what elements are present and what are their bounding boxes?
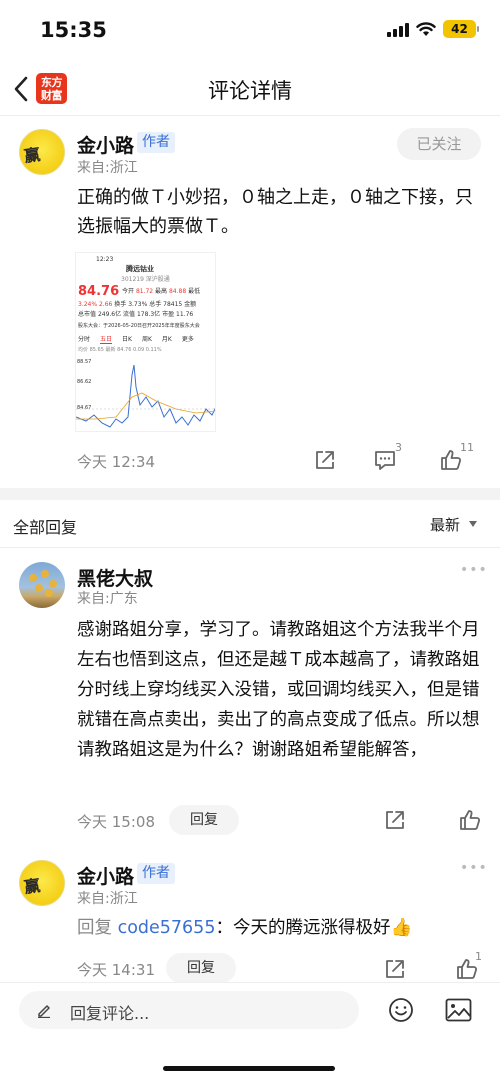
- more-options-icon[interactable]: •••: [460, 860, 488, 876]
- comment-count: 3: [395, 441, 402, 454]
- battery-icon: 42: [443, 20, 479, 38]
- thumb-tabs: 分时 五日 日K 周K 月K 更多: [78, 334, 194, 344]
- follow-button[interactable]: 已关注: [397, 128, 481, 160]
- chevron-down-icon[interactable]: [469, 521, 477, 527]
- author-tag: 作者: [137, 132, 175, 153]
- thumb-change: 3.24%: [78, 301, 98, 308]
- more-options-icon[interactable]: •••: [460, 562, 488, 578]
- comment-author-name[interactable]: 黑佬大叔: [77, 564, 153, 591]
- thumb-tab: 日K: [122, 336, 132, 343]
- thumb-float-label: 流值: [123, 311, 136, 318]
- reply-input-placeholder: 回复评论...: [70, 1004, 150, 1023]
- thumbs-up-icon[interactable]: [458, 808, 482, 832]
- home-indicator: [163, 1066, 335, 1071]
- reply-button[interactable]: 回复: [169, 805, 239, 835]
- thumb-legend: 均价 85.65 最新 84.76 0.09 0.11%: [78, 347, 162, 353]
- thumb-pe-label: 市盈: [162, 311, 175, 318]
- thumb-volume: 78415: [163, 301, 183, 308]
- comment-time: 今天 15:08: [77, 813, 155, 831]
- post-text: 正确的做Ｔ小妙招，０轴之上走，０轴之下接，只选振幅大的票做Ｔ。: [77, 187, 473, 237]
- thumb-status-time: 12:23: [96, 256, 114, 263]
- page-title: 评论详情: [208, 79, 292, 103]
- thumb-tab: 周K: [141, 336, 152, 343]
- thumb-volume-label: 总手: [149, 301, 162, 308]
- thumb-market-cap-label: 总市值: [78, 311, 97, 318]
- thumb-change-abs: 2.66: [98, 301, 113, 308]
- thumb-tab: 更多: [181, 336, 194, 343]
- image-icon[interactable]: [445, 998, 472, 1022]
- avatar[interactable]: 赢: [19, 129, 65, 175]
- comment-author-name[interactable]: 金小路: [77, 862, 134, 889]
- like-count: 1: [475, 950, 482, 963]
- status-bar: 15:35 42: [0, 0, 500, 60]
- thumb-price: 84.76: [78, 284, 120, 299]
- thumb-high-label: 最高: [155, 288, 168, 295]
- thumb-tab: 月K: [161, 336, 172, 343]
- comment-location: 来自:广东: [77, 591, 138, 607]
- comment-text: 回复 code57655：今天的腾远涨得极好👍: [77, 913, 485, 943]
- thumb-turnover: 3.73%: [128, 301, 148, 308]
- thumb-high: 84.88: [168, 288, 187, 295]
- comment-icon[interactable]: [373, 448, 397, 472]
- reply-content: ：今天的腾远涨得极好👍: [215, 918, 413, 938]
- reply-input[interactable]: 回复评论...: [19, 991, 359, 1029]
- reply-prefix: 回复: [77, 918, 112, 938]
- post-time: 今天 12:34: [77, 453, 155, 471]
- emoji-icon[interactable]: [388, 997, 414, 1023]
- comment-location: 来自:浙江: [77, 891, 138, 907]
- reply-button[interactable]: 回复: [166, 953, 236, 983]
- thumb-low-label: 最低: [188, 288, 201, 295]
- share-icon[interactable]: [313, 448, 337, 472]
- thumb-open-label: 今开: [122, 288, 135, 295]
- cellular-signal-icon: [387, 22, 409, 37]
- thumb-float-value: 178.3亿: [136, 311, 161, 318]
- share-icon[interactable]: [383, 808, 407, 832]
- thumb-stock-name: 腾远钴业: [126, 265, 154, 273]
- avatar[interactable]: [19, 562, 65, 608]
- status-icons: 42: [387, 20, 479, 38]
- share-icon[interactable]: [383, 957, 407, 981]
- thumb-intraday-chart: [76, 364, 215, 428]
- thumb-tab: 五日: [100, 336, 113, 344]
- thumb-notice: 股东大会：于2026-05-20日召开2025年年度股东大会: [78, 323, 200, 329]
- pencil-icon: [38, 1005, 50, 1018]
- comment-text: 感谢路姐分享，学习了。请教路姐这个方法我半个月左右也悟到这点，但还是越Ｔ成本越高…: [77, 620, 480, 760]
- status-time: 15:35: [40, 18, 107, 42]
- nav-bar: 东方 财富 评论详情: [0, 60, 500, 116]
- thumb-market-cap: 249.6亿: [97, 311, 122, 318]
- reply-target-user[interactable]: code57655: [118, 918, 216, 938]
- sort-dropdown[interactable]: 最新: [430, 514, 460, 535]
- comments-section-title: 全部回复: [13, 518, 78, 537]
- avatar[interactable]: 赢: [19, 860, 65, 906]
- section-divider: [0, 488, 500, 500]
- thumb-amount-label: 金额: [184, 301, 197, 308]
- post-image-thumbnail[interactable]: 12:23 腾远钴业 301219 深沪股通 84.76 今开 81.72 最高…: [75, 252, 216, 432]
- like-count: 11: [460, 441, 474, 454]
- battery-level: 42: [451, 22, 468, 36]
- author-tag: 作者: [137, 863, 175, 884]
- post-author-name[interactable]: 金小路: [77, 131, 134, 158]
- post-location: 来自:浙江: [77, 160, 138, 176]
- wifi-icon: [416, 21, 436, 36]
- comment-time: 今天 14:31: [77, 961, 155, 979]
- thumb-open: 81.72: [135, 288, 154, 295]
- thumb-tab: 分时: [78, 336, 91, 343]
- thumb-stock-code: 301219 深沪股通: [121, 276, 170, 283]
- thumb-pe-value: 11.76: [176, 311, 194, 318]
- comments-section-header: 全部回复 最新: [0, 500, 500, 548]
- thumb-turnover-label: 换手: [114, 301, 127, 308]
